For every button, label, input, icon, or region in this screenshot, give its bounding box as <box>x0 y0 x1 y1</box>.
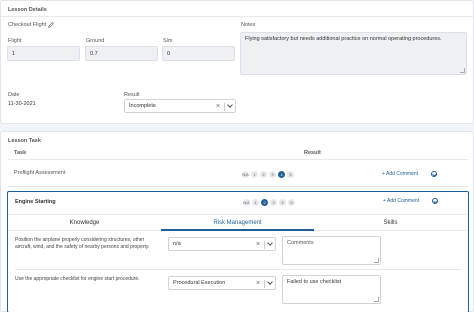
score-selector: N/A 1 2 3 4 5 <box>243 199 303 206</box>
sim-input[interactable]: 0 <box>162 46 235 61</box>
notes-label: Notes <box>241 22 256 28</box>
tab-knowledge[interactable]: Knowledge <box>8 220 161 226</box>
divider <box>1 16 474 17</box>
score-option[interactable]: 4 <box>279 199 286 206</box>
tab-skills[interactable]: Skills <box>314 220 467 226</box>
clear-icon[interactable]: × <box>256 280 260 287</box>
divider <box>264 280 265 288</box>
score-option[interactable]: 1 <box>251 171 258 178</box>
lesson-details-card: Lesson Details Checkout Flight Flight 1 … <box>0 0 474 124</box>
risk-item-text: Position the airplane properly consideri… <box>15 237 150 250</box>
flight-input[interactable]: 1 <box>7 46 80 61</box>
clear-icon[interactable]: × <box>256 241 260 248</box>
flight-label: Flight <box>8 38 22 44</box>
resize-grip-icon[interactable] <box>460 68 465 73</box>
score-option[interactable]: N/A <box>242 171 249 178</box>
comment-textarea[interactable]: Failed to use checklist <box>282 275 381 304</box>
lesson-task-card: Lesson Task Task Result Preflight Assess… <box>0 131 474 312</box>
comment-textarea[interactable]: Comments <box>282 236 381 265</box>
score-option[interactable]: 1 <box>252 199 259 206</box>
active-tab-indicator <box>161 229 314 231</box>
risk-item-text: Use the appropriate checklist for engine… <box>15 276 140 282</box>
checkout-flight-label: Checkout Flight <box>8 22 55 28</box>
score-option[interactable]: 5 <box>287 171 294 178</box>
notes-textarea[interactable]: Flying satisfactory but needs additional… <box>240 32 467 75</box>
chevron-down-icon[interactable] <box>227 102 233 108</box>
expand-chevron-icon[interactable] <box>431 171 437 177</box>
score-option[interactable]: N/A <box>243 199 250 206</box>
score-option[interactable]: 3 <box>269 171 276 178</box>
chevron-down-icon[interactable] <box>267 279 273 285</box>
risk-item-select[interactable]: Procedural Execution × <box>168 276 276 290</box>
task-name: Preflight Assessment <box>14 170 66 176</box>
tab-bar: Knowledge Risk Management Skills <box>8 214 468 231</box>
divider <box>8 159 468 160</box>
resize-grip-icon[interactable] <box>374 258 379 263</box>
collapse-chevron-icon[interactable] <box>432 198 438 204</box>
result-label: Result <box>124 92 140 98</box>
score-option-selected[interactable]: 4 <box>278 171 285 178</box>
add-comment-link[interactable]: + Add Comment <box>383 198 419 204</box>
date-value: 11-30-2021 <box>8 101 36 107</box>
ground-label: Ground <box>86 38 105 44</box>
score-option[interactable]: 2 <box>260 171 267 178</box>
resize-grip-icon[interactable] <box>374 297 379 302</box>
clear-icon[interactable]: × <box>216 103 220 110</box>
divider <box>264 241 265 249</box>
score-option-selected[interactable]: 2 <box>261 199 268 206</box>
risk-item-select[interactable]: n/a × <box>168 237 276 251</box>
task-column-header: Task <box>14 150 27 156</box>
divider <box>15 269 461 270</box>
score-option[interactable]: 5 <box>288 199 295 206</box>
tab-risk-management[interactable]: Risk Management <box>161 220 314 226</box>
date-label: Date <box>8 92 20 98</box>
task-name: Engine Starting <box>15 199 56 205</box>
divider <box>8 186 468 187</box>
result-select[interactable]: Incomplete × <box>124 99 236 113</box>
task-row-expanded: Engine Starting N/A 1 2 3 4 5 + Add Comm… <box>7 191 469 312</box>
chevron-down-icon[interactable] <box>267 240 273 246</box>
result-column-header: Result <box>304 150 321 156</box>
divider <box>224 103 225 111</box>
task-row: Preflight Assessment N/A 1 2 3 4 5 + Add… <box>8 164 468 186</box>
add-comment-link[interactable]: + Add Comment <box>382 171 418 177</box>
score-selector: N/A 1 2 3 4 5 <box>242 171 302 178</box>
ground-input[interactable]: 0.7 <box>85 46 158 61</box>
pencil-icon[interactable] <box>48 22 55 28</box>
score-option[interactable]: 3 <box>270 199 277 206</box>
sim-label: Sim <box>163 38 173 44</box>
lesson-details-title: Lesson Details <box>8 7 47 13</box>
lesson-task-title: Lesson Task <box>8 138 41 144</box>
